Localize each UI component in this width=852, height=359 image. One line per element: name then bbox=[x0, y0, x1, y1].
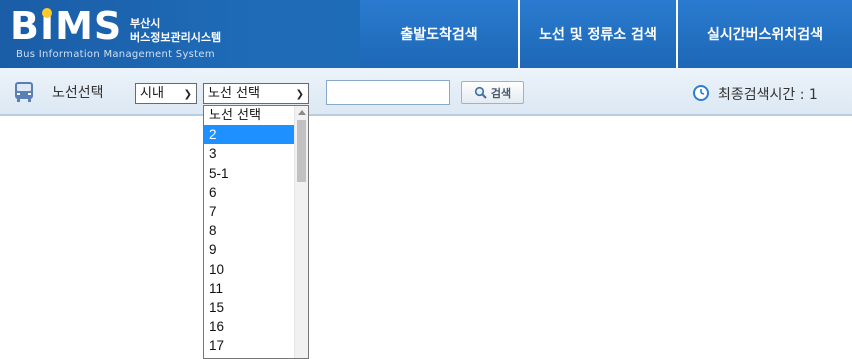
last-search-time: 최종검색시간 : 1 bbox=[718, 87, 818, 103]
logo-dot-icon bbox=[42, 8, 52, 18]
nav-label: 노선 및 정류소 검색 bbox=[539, 27, 657, 43]
city-select-value: 시내 bbox=[140, 86, 164, 101]
nav-route-stop-search[interactable]: 노선 및 정류소 검색 bbox=[518, 0, 676, 68]
magnifier-icon bbox=[474, 86, 487, 99]
dropdown-option[interactable]: 9 bbox=[204, 240, 294, 259]
dropdown-option[interactable]: 2 bbox=[204, 125, 294, 145]
city-select[interactable]: 시내 ❯ bbox=[135, 83, 197, 104]
dropdown-option[interactable]: 7 bbox=[204, 202, 294, 221]
dropdown-option[interactable]: 8 bbox=[204, 221, 294, 240]
header-bar: BIMS 부산시 버스정보관리시스템 Bus Information Manag… bbox=[0, 0, 852, 68]
main-nav: 출발도착검색 노선 및 정류소 검색 실시간버스위치검색 bbox=[360, 0, 852, 68]
nav-realtime-bus-location[interactable]: 실시간버스위치검색 bbox=[676, 0, 852, 68]
route-search-bar: 노선선택 시내 ❯ 노선 선택 ❯ 검색 최종검색시간 : 1 bbox=[0, 68, 852, 116]
nav-label: 실시간버스위치검색 bbox=[707, 27, 823, 43]
dropdown-option[interactable]: 5-1 bbox=[204, 164, 294, 183]
nav-label: 출발도착검색 bbox=[400, 27, 478, 43]
scroll-up-arrow-icon[interactable] bbox=[298, 110, 306, 115]
dropdown-option-list: 노선 선택 2 3 5-1 6 7 8 9 10 11 15 16 17 bbox=[204, 106, 308, 355]
logo-korean-system: 버스정보관리시스템 bbox=[130, 31, 222, 44]
bims-logo[interactable]: BIMS 부산시 버스정보관리시스템 Bus Information Manag… bbox=[10, 4, 250, 64]
dropdown-option[interactable]: 17 bbox=[204, 336, 294, 355]
dropdown-option[interactable]: 3 bbox=[204, 144, 294, 163]
dropdown-option[interactable]: 15 bbox=[204, 298, 294, 317]
logo-brand-text: BIMS bbox=[10, 4, 123, 48]
search-button[interactable]: 검색 bbox=[461, 81, 524, 104]
dropdown-option-placeholder[interactable]: 노선 선택 bbox=[204, 106, 294, 125]
scrollbar-thumb[interactable] bbox=[297, 120, 306, 182]
chevron-down-icon: ❯ bbox=[295, 89, 304, 100]
search-input[interactable] bbox=[326, 80, 450, 105]
chevron-down-icon: ❯ bbox=[183, 89, 192, 100]
bus-icon bbox=[15, 82, 33, 102]
logo-english-subtitle: Bus Information Management System bbox=[16, 49, 215, 60]
route-select-label: 노선선택 bbox=[52, 85, 104, 101]
dropdown-option[interactable]: 11 bbox=[204, 279, 294, 298]
content-area bbox=[0, 118, 852, 359]
nav-departure-arrival-search[interactable]: 출발도착검색 bbox=[360, 0, 518, 68]
logo-korean-city: 부산시 bbox=[130, 17, 161, 30]
dropdown-option[interactable]: 16 bbox=[204, 317, 294, 336]
dropdown-option[interactable]: 6 bbox=[204, 183, 294, 202]
logo-wordmark: BIMS bbox=[10, 4, 122, 48]
search-button-label: 검색 bbox=[490, 86, 512, 100]
clock-icon bbox=[693, 85, 709, 101]
route-select-value: 노선 선택 bbox=[208, 86, 260, 101]
dropdown-option[interactable]: 10 bbox=[204, 260, 294, 279]
route-select[interactable]: 노선 선택 ❯ bbox=[203, 83, 309, 104]
dropdown-scrollbar[interactable] bbox=[294, 106, 308, 358]
route-select-dropdown[interactable]: 노선 선택 2 3 5-1 6 7 8 9 10 11 15 16 17 bbox=[203, 105, 309, 359]
